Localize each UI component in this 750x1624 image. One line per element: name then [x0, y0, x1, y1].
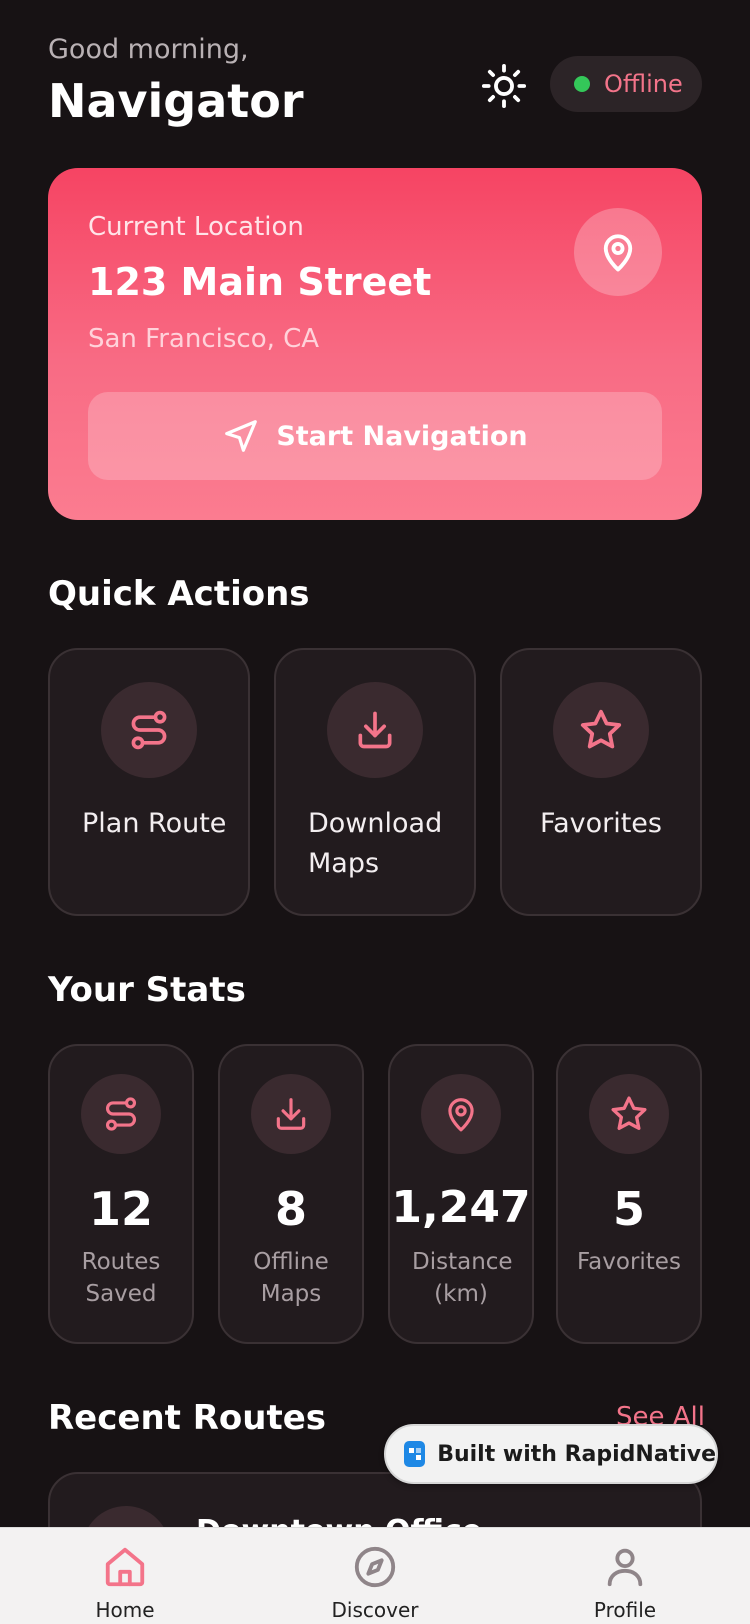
tab-label: Home	[95, 1598, 155, 1622]
start-navigation-button[interactable]: Start Navigation	[88, 392, 662, 480]
quick-action-favorites[interactable]: Favorites	[500, 648, 702, 916]
quick-action-download-maps[interactable]: Download Maps	[274, 648, 476, 916]
navigation-arrow-icon	[225, 420, 258, 452]
stat-routes-saved: 12 Routes Saved	[48, 1044, 194, 1344]
stat-value: 1,247	[391, 1182, 531, 1233]
stat-favorites: 5 Favorites	[556, 1044, 702, 1344]
quick-action-label: Favorites	[540, 808, 662, 839]
bottom-tab-bar: Home Discover Profile	[0, 1527, 750, 1624]
route-icon	[105, 1097, 137, 1131]
route-icon	[131, 710, 167, 750]
location-pin-button[interactable]	[574, 208, 662, 296]
location-label: Current Location	[88, 212, 304, 242]
connection-status-badge[interactable]: Offline	[550, 56, 702, 112]
start-navigation-label: Start Navigation	[276, 420, 528, 452]
built-with-text: Built with RapidNative	[437, 1441, 716, 1467]
map-pin-icon	[448, 1098, 474, 1132]
stat-value: 5	[612, 1182, 645, 1236]
location-street: 123 Main Street	[88, 260, 432, 304]
tab-discover[interactable]: Discover	[300, 1528, 450, 1624]
stat-label: Routes Saved	[81, 1249, 161, 1307]
status-text: Offline	[604, 70, 683, 98]
theme-toggle-button[interactable]	[476, 58, 532, 114]
recent-routes-title: Recent Routes	[48, 1398, 327, 1438]
home-icon	[105, 1547, 145, 1587]
stats-title: Your Stats	[48, 970, 246, 1010]
stat-label: Favorites	[577, 1249, 681, 1275]
greeting-text: Good morning,	[48, 34, 249, 65]
download-icon	[276, 1098, 306, 1130]
stat-value: 12	[88, 1182, 153, 1236]
tab-home[interactable]: Home	[50, 1528, 200, 1624]
quick-action-plan-route[interactable]: Plan Route	[48, 648, 250, 916]
stat-value: 8	[274, 1182, 307, 1236]
compass-icon	[354, 1546, 396, 1588]
built-with-badge[interactable]: Built with RapidNative	[384, 1424, 718, 1484]
quick-action-label: Plan Route	[82, 808, 227, 839]
status-dot	[574, 76, 590, 92]
rapidnative-logo-icon	[404, 1441, 426, 1467]
tab-label: Profile	[593, 1598, 657, 1622]
star-icon	[580, 709, 622, 749]
quick-action-label: Download Maps	[308, 808, 443, 879]
quick-actions-title: Quick Actions	[48, 574, 310, 614]
tab-profile[interactable]: Profile	[550, 1528, 700, 1624]
map-pin-icon	[603, 234, 633, 272]
tab-label: Discover	[331, 1598, 419, 1622]
stat-label: Offline Maps	[253, 1249, 329, 1307]
user-icon	[607, 1548, 643, 1587]
stat-offline-maps: 8 Offline Maps	[218, 1044, 364, 1344]
location-city: San Francisco, CA	[88, 324, 320, 354]
username-title: Navigator	[48, 74, 304, 128]
home-screen: Good morning, Navigator Offline Current …	[0, 0, 750, 1624]
stat-label: Distance (km)	[412, 1249, 513, 1307]
current-location-card: Current Location 123 Main Street San Fra…	[48, 168, 702, 520]
star-icon	[611, 1096, 647, 1130]
stat-distance: 1,247 Distance (km)	[388, 1044, 534, 1344]
sun-icon	[481, 63, 527, 109]
download-icon	[358, 711, 392, 749]
